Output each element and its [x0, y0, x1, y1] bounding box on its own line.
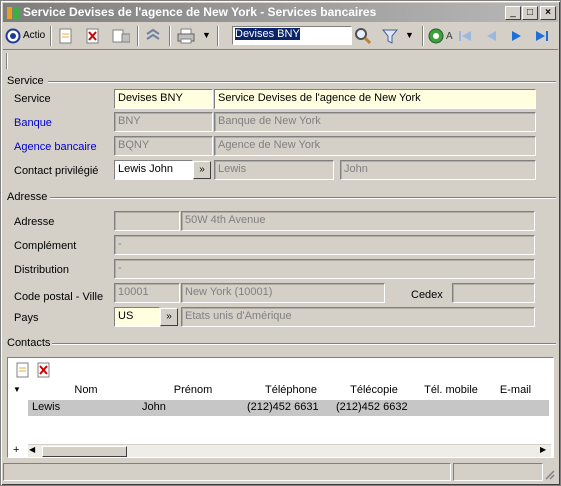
adresse-label: Adresse [14, 216, 55, 228]
pays-label: Pays [14, 312, 39, 324]
action-icon [5, 28, 21, 44]
cp-ville-label: Code postal - Ville [14, 291, 104, 303]
next-icon[interactable] [508, 26, 528, 46]
cell-prenom[interactable]: John [142, 401, 166, 417]
add-contact-icon[interactable] [15, 362, 31, 378]
contacts-grid[interactable]: ▼ Nom Prénom Téléphone Télécopie Tél. mo… [7, 357, 554, 458]
column-header-nom[interactable]: Nom [56, 384, 116, 400]
scroll-right-icon[interactable]: ▶ [540, 445, 546, 454]
sort-menu-icon[interactable]: ▼ [13, 385, 21, 394]
adresse-prefix-field [114, 211, 180, 231]
cedex-label: Cedex [411, 289, 443, 301]
distribution-field: - [114, 259, 535, 279]
column-header-mobile[interactable]: Tél. mobile [416, 384, 486, 400]
cell-nom[interactable]: Lewis [32, 401, 60, 417]
ville-field: New York (10001) [181, 283, 385, 303]
agence-name-field: Agence de New York [214, 136, 536, 156]
section-header-adresse: Adresse [7, 191, 48, 203]
new-icon[interactable] [56, 26, 76, 46]
minimize-icon[interactable]: _ [505, 6, 521, 20]
section-header-contacts: Contacts [7, 337, 51, 349]
column-header-telephone[interactable]: Téléphone [251, 384, 331, 400]
contact-field[interactable]: Lewis John [114, 160, 193, 180]
divider [48, 81, 556, 83]
chevron-down-icon[interactable]: ▼ [405, 30, 414, 40]
toolbar-separator [50, 26, 52, 46]
first-icon[interactable] [456, 26, 476, 46]
window-title: Service Devises de l'agence de New York … [23, 5, 377, 19]
code-postal-field: 10001 [114, 283, 180, 303]
complement-label: Complément [14, 240, 77, 252]
toolbar-separator [137, 26, 139, 46]
resize-grip-icon[interactable] [543, 468, 555, 480]
action-button[interactable]: Actio [5, 26, 49, 46]
last-icon[interactable] [533, 26, 553, 46]
nav-action-icon[interactable] [427, 26, 447, 46]
app-icon [6, 6, 20, 20]
column-header-email[interactable]: E-mail [488, 384, 543, 400]
scroll-left-icon[interactable]: ◀ [29, 445, 35, 454]
nav-label: A [446, 31, 453, 42]
toolbar: Actio ▼ Devises BNY ▼ A [3, 23, 558, 49]
banque-link[interactable]: Banque [14, 117, 52, 129]
delete-icon[interactable] [83, 26, 103, 46]
pays-name-field: Etats unis d'Amérique [181, 307, 535, 327]
filter-icon[interactable] [380, 26, 400, 46]
search-input[interactable]: Devises BNY [232, 26, 352, 45]
adresse-field: 50W 4th Avenue [181, 211, 535, 231]
toolbar-separator [217, 26, 219, 46]
status-pane-main [3, 463, 451, 481]
toolbar-separator [169, 26, 171, 46]
toolbar-separator [422, 26, 424, 46]
refresh-icon[interactable] [143, 26, 163, 46]
column-header-telecopie[interactable]: Télécopie [339, 384, 409, 400]
divider [52, 343, 556, 345]
print-icon[interactable] [176, 26, 196, 46]
export-icon[interactable] [110, 26, 130, 46]
pays-dropdown-icon[interactable]: » [160, 308, 178, 326]
divider [50, 197, 556, 199]
close-icon[interactable]: × [540, 6, 556, 20]
chevron-down-icon[interactable]: ▼ [202, 30, 211, 40]
contact-lastname-field: Lewis [214, 160, 334, 180]
column-header-prenom[interactable]: Prénom [163, 384, 223, 400]
horizontal-scrollbar[interactable]: ◀ ▶ [28, 444, 551, 457]
banque-name-field: Banque de New York [214, 112, 536, 132]
action-label: Actio [23, 30, 46, 41]
service-label: Service [14, 93, 51, 105]
cedex-field [452, 283, 535, 303]
contact-firstname-field: John [340, 160, 536, 180]
title-bar[interactable]: Service Devises de l'agence de New York … [3, 3, 558, 22]
pays-code-field[interactable]: US [114, 307, 160, 327]
service-name-field[interactable]: Service Devises de l'agence de New York [214, 89, 536, 109]
contact-label: Contact privilégié [14, 165, 99, 177]
toolbar-grip [6, 53, 8, 69]
add-row-icon[interactable]: + [13, 444, 19, 456]
scrollbar-thumb[interactable] [42, 446, 127, 457]
contact-dropdown-icon[interactable]: » [193, 161, 211, 179]
distribution-label: Distribution [14, 264, 70, 276]
cell-telephone[interactable]: (212)452 6631 [247, 401, 319, 417]
cell-telecopie[interactable]: (212)452 6632 [336, 401, 408, 417]
agence-link[interactable]: Agence bancaire [14, 141, 97, 153]
search-icon[interactable] [353, 26, 373, 46]
service-code-field[interactable]: Devises BNY [114, 89, 213, 109]
status-pane-secondary [453, 463, 543, 481]
delete-contact-icon[interactable] [36, 362, 52, 378]
complement-field: - [114, 235, 535, 255]
banque-code-field: BNY [114, 112, 213, 132]
maximize-icon[interactable]: □ [522, 6, 538, 20]
section-header-service: Service [7, 75, 44, 87]
secondary-toolbar [3, 49, 558, 71]
agence-code-field: BQNY [114, 136, 213, 156]
prev-icon[interactable] [482, 26, 502, 46]
